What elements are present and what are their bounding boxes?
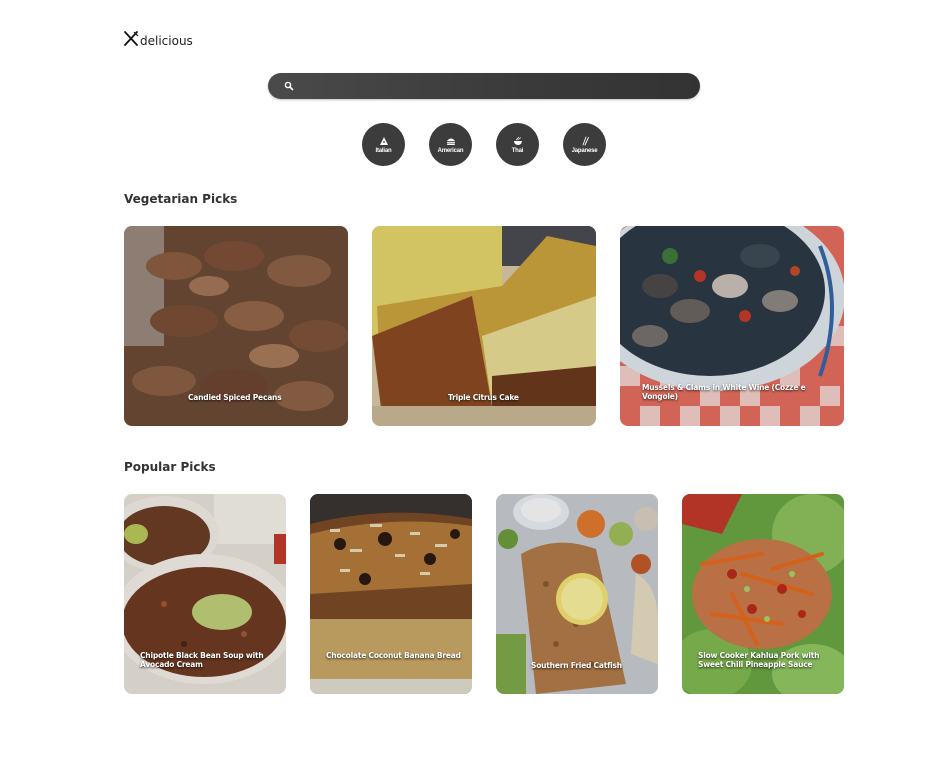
brand-name: delicious: [140, 34, 193, 48]
recipe-card[interactable]: Mussels & Clams in White Wine (Cozze e V…: [620, 226, 844, 426]
cuisine-button-japanese[interactable]: Japanese: [563, 123, 606, 166]
pizza-icon: [379, 136, 388, 145]
fork-knife-icon: [124, 31, 139, 46]
cuisine-button-american[interactable]: American: [429, 123, 472, 166]
section-title-popular: Popular Picks: [124, 460, 216, 474]
cuisine-button-italian[interactable]: Italian: [362, 123, 405, 166]
recipe-card[interactable]: Chocolate Coconut Banana Bread: [310, 494, 472, 694]
recipe-title: Southern Fried Catfish: [531, 661, 622, 670]
search-input[interactable]: [302, 73, 686, 101]
recipe-card[interactable]: Southern Fried Catfish: [496, 494, 658, 694]
noodle-bowl-icon: [513, 136, 522, 145]
recipe-title: Candied Spiced Pecans: [188, 393, 282, 402]
brand-logo[interactable]: delicious: [123, 30, 193, 48]
recipe-title: Chipotle Black Bean Soup with Avocado Cr…: [140, 651, 264, 669]
search-icon: [284, 81, 294, 91]
recipe-card[interactable]: Chipotle Black Bean Soup with Avocado Cr…: [124, 494, 286, 694]
recipe-title: Triple Citrus Cake: [448, 393, 519, 402]
cuisine-label: Japanese: [571, 147, 598, 154]
cuisine-label: Thai: [511, 147, 524, 154]
recipe-title: Mussels & Clams in White Wine (Cozze e V…: [642, 383, 806, 401]
section-title-vegetarian: Vegetarian Picks: [124, 192, 238, 206]
recipe-title: Chocolate Coconut Banana Bread: [326, 651, 461, 660]
chopsticks-icon: [582, 136, 589, 145]
cuisine-label: Italian: [375, 147, 392, 154]
recipe-card[interactable]: Candied Spiced Pecans: [124, 226, 348, 426]
cuisine-label: American: [437, 147, 464, 154]
search-bar[interactable]: [268, 73, 700, 101]
recipe-card[interactable]: Slow Cooker Kahlua Pork with Sweet Chili…: [682, 494, 844, 694]
recipe-card[interactable]: Triple Citrus Cake: [372, 226, 596, 426]
cuisine-button-thai[interactable]: Thai: [496, 123, 539, 166]
burger-icon: [446, 138, 455, 145]
recipe-title: Slow Cooker Kahlua Pork with Sweet Chili…: [698, 651, 820, 669]
